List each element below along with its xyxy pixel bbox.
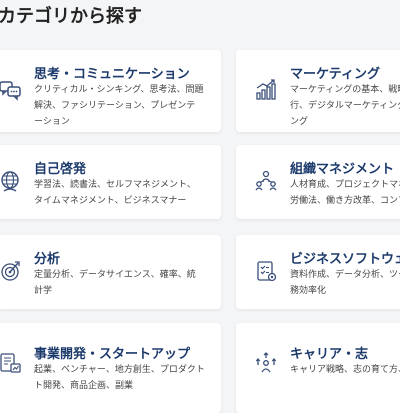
business-plan-icon — [0, 351, 22, 375]
category-card-organization[interactable]: 組織マネジメント 人材育成、プロジェクトマネ 労働法、働き方改革、コンプ — [236, 145, 400, 219]
category-card-marketing[interactable]: マーケティング マーケティングの基本、戦略 行、デジタルマーケティング ング — [236, 50, 400, 132]
category-card-business-software[interactable]: ビジネスソフトウェア 資料作成、データ分析、ツー 務効率化 — [236, 235, 400, 309]
category-description: 定量分析、データサイエンス、確率、統 計学 — [34, 270, 196, 296]
category-description: 学習法、読書法、セルフマネジメント、 タイムマネジメント、ビジネスマナー — [34, 180, 196, 206]
category-description: 資料作成、データ分析、ツー 務効率化 — [290, 270, 400, 296]
category-title: マーケティング — [290, 67, 380, 82]
category-title: 組織マネジメント — [290, 162, 395, 177]
category-title: 思考・コミュニケーション — [34, 67, 190, 82]
category-card-analysis[interactable]: 分析 定量分析、データサイエンス、確率、統 計学 — [0, 235, 221, 309]
category-description: キャリア戦略、志の育て方、 — [290, 365, 400, 375]
category-description: 起業、ベンチャー、地方創生、プロダクト ト開発、商品企画、副業 — [34, 365, 205, 391]
category-card-self-development[interactable]: 自己啓発 学習法、読書法、セルフマネジメント、 タイムマネジメント、ビジネスマナ… — [0, 145, 221, 219]
bar-chart-growth-icon — [254, 78, 278, 102]
category-title: キャリア・志 — [290, 347, 369, 362]
category-title: 自己啓発 — [34, 162, 87, 177]
category-title: ビジネスソフトウェア — [290, 252, 400, 267]
category-title: 事業開発・スタートアップ — [34, 347, 191, 362]
category-card-thinking[interactable]: 思考・コミュニケーション クリティカル・シンキング、思考法、問題 解決、ファシリ… — [0, 50, 221, 132]
category-description: 人材育成、プロジェクトマネ 労働法、働き方改革、コンプ — [290, 180, 400, 206]
globe-person-icon — [0, 169, 22, 193]
software-checklist-icon — [254, 259, 278, 283]
team-network-icon — [254, 169, 278, 193]
category-description: マーケティングの基本、戦略 行、デジタルマーケティング ング — [290, 85, 400, 127]
section-title: カテゴリから探す — [0, 6, 142, 27]
chat-bubbles-icon — [0, 78, 22, 102]
target-analysis-icon — [0, 259, 22, 283]
career-growth-icon — [254, 351, 278, 375]
category-description: クリティカル・シンキング、思考法、問題 解決、ファシリテーション、プレゼンテ ー… — [34, 85, 204, 127]
category-title: 分析 — [34, 252, 61, 267]
